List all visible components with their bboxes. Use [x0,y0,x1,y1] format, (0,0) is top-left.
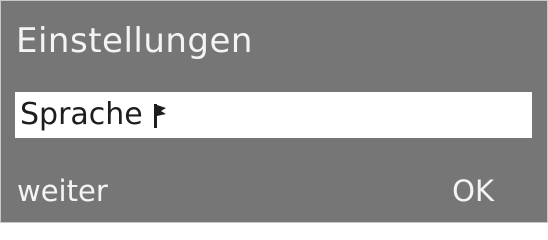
settings-screen: Einstellungen Sprache weiter OK [0,0,548,223]
screen-title: Einstellungen [16,21,253,61]
menu-item-label: Sprache [20,97,143,132]
ok-button[interactable]: OK [452,169,494,213]
next-button[interactable]: weiter [17,169,108,213]
flag-icon [153,104,166,128]
menu-item-language[interactable]: Sprache [15,92,532,138]
